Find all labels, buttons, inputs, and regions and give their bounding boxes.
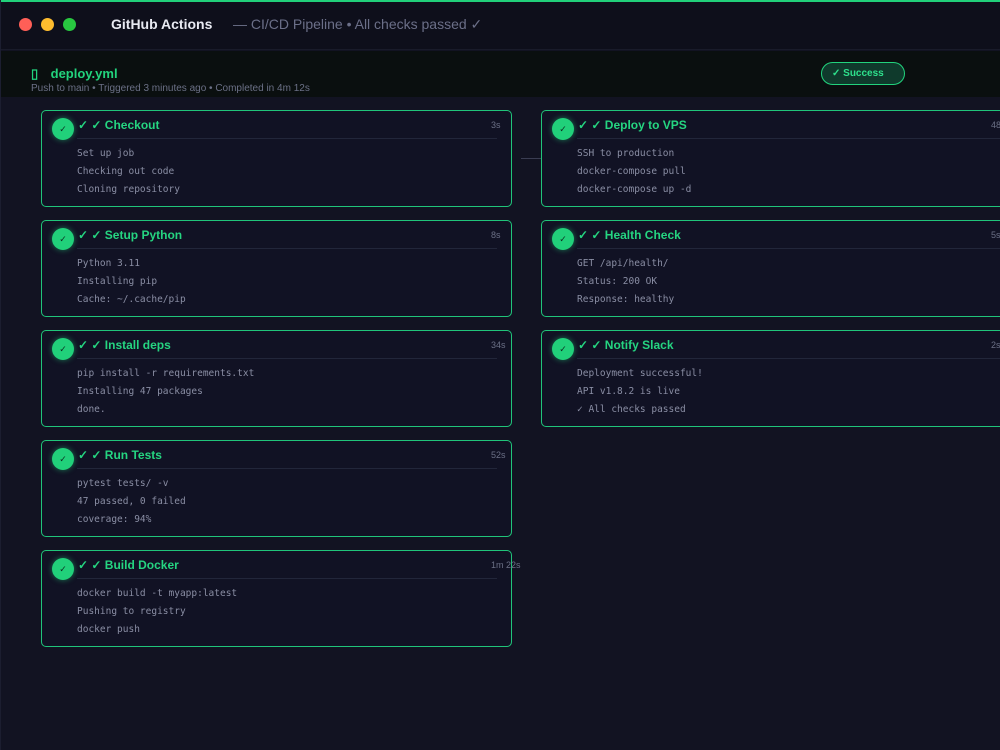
divider — [77, 468, 497, 469]
step-list: Deployment successful! API v1.8.2 is liv… — [577, 368, 703, 422]
job-card-deploy-to-vps[interactable]: ✓ ✓ ✓ Deploy to VPS 48s SSH to productio… — [541, 110, 1000, 207]
job-card-run-tests[interactable]: ✓ ✓ ✓ Run Tests 52s pytest tests/ -v 47 … — [41, 440, 512, 537]
step-line: Python 3.11 — [77, 258, 140, 269]
check-icon: ✓ — [52, 228, 74, 250]
job-duration: 52s — [491, 450, 506, 460]
job-name: Setup Python — [104, 228, 183, 242]
step-line: pytest tests/ -v — [77, 478, 169, 489]
job-status-icons: ✓ ✓ — [78, 558, 102, 572]
workflow-file[interactable]: ▯ deploy.yml — [31, 66, 118, 82]
job-card-checkout[interactable]: ✓ ✓ ✓ Checkout 3s Set up job Checking ou… — [41, 110, 512, 207]
step-line: docker-compose up -d — [577, 184, 692, 195]
step-line: Response: healthy — [577, 294, 675, 305]
app-title: GitHub Actions — [111, 16, 213, 32]
step-list: GET /api/health/ Status: 200 OK Response… — [577, 258, 674, 312]
job-status-icons: ✓ ✓ — [578, 228, 602, 242]
step-line: GET /api/health/ — [577, 258, 669, 269]
step-line: coverage: 94% — [77, 514, 152, 525]
step-line: Set up job — [77, 148, 135, 159]
step-list: docker build -t myapp:latest Pushing to … — [77, 588, 237, 642]
step-line: Installing pip — [77, 276, 158, 287]
job-name: Run Tests — [104, 448, 162, 462]
job-duration: 34s — [491, 340, 506, 350]
step-line: Pushing to registry — [77, 606, 186, 617]
divider — [577, 138, 1000, 139]
step-line: Checking out code — [77, 166, 175, 177]
step-line: API v1.8.2 is live — [577, 386, 680, 397]
step-list: pip install -r requirements.txt Installi… — [77, 368, 254, 422]
step-line: 47 passed, 0 failed — [77, 496, 186, 507]
step-line: Status: 200 OK — [577, 276, 658, 287]
check-icon: ✓ — [52, 118, 74, 140]
status-badge: ✓ Success — [821, 62, 905, 85]
pipeline-subtitle: — CI/CD Pipeline • All checks passed ✓ — [233, 16, 483, 32]
job-name: Health Check — [604, 228, 681, 242]
job-name: Install deps — [104, 338, 171, 352]
step-list: Set up job Checking out code Cloning rep… — [77, 148, 180, 202]
step-line: pip install -r requirements.txt — [77, 368, 255, 379]
divider — [77, 578, 497, 579]
check-icon: ✓ — [552, 118, 574, 140]
step-line: Installing 47 packages — [77, 386, 203, 397]
step-line: done. — [77, 404, 106, 415]
check-icon: ✓ — [52, 558, 74, 580]
job-name: Build Docker — [104, 558, 179, 572]
job-card-notify-slack[interactable]: ✓ ✓ ✓ Notify Slack 2s Deployment success… — [541, 330, 1000, 427]
job-status-icons: ✓ ✓ — [78, 448, 102, 462]
step-line: Cache: ~/.cache/pip — [77, 294, 186, 305]
job-name: Checkout — [104, 118, 160, 132]
job-status-icons: ✓ ✓ — [578, 118, 602, 132]
step-list: SSH to production docker-compose pull do… — [577, 148, 691, 202]
job-status-icons: ✓ ✓ — [78, 118, 102, 132]
job-card-health-check[interactable]: ✓ ✓ ✓ Health Check 5s GET /api/health/ S… — [541, 220, 1000, 317]
job-status-icons: ✓ ✓ — [78, 228, 102, 242]
job-duration: 48s — [991, 120, 1000, 130]
close-window-button[interactable] — [19, 18, 32, 31]
job-name: Notify Slack — [604, 338, 674, 352]
job-duration: 3s — [491, 120, 501, 130]
job-status-icons: ✓ ✓ — [78, 338, 102, 352]
step-line: docker push — [77, 624, 140, 635]
maximize-window-button[interactable] — [63, 18, 76, 31]
job-status-icons: ✓ ✓ — [578, 338, 602, 352]
divider — [77, 248, 497, 249]
job-duration: 1m 22s — [491, 560, 521, 570]
job-card-install-deps[interactable]: ✓ ✓ ✓ Install deps 34s pip install -r re… — [41, 330, 512, 427]
step-list: Python 3.11 Installing pip Cache: ~/.cac… — [77, 258, 186, 312]
step-list: pytest tests/ -v 47 passed, 0 failed cov… — [77, 478, 186, 532]
job-duration: 8s — [491, 230, 501, 240]
pipeline-connector — [521, 158, 541, 159]
check-icon: ✓ — [552, 338, 574, 360]
minimize-window-button[interactable] — [41, 18, 54, 31]
job-name: Deploy to VPS — [604, 118, 687, 132]
step-line: ✓ All checks passed — [577, 404, 686, 415]
divider — [77, 138, 497, 139]
check-icon: ✓ — [552, 228, 574, 250]
check-icon: ✓ — [52, 448, 74, 470]
step-line: Deployment successful! — [577, 368, 703, 379]
divider — [577, 358, 1000, 359]
titlebar: GitHub Actions — CI/CD Pipeline • All ch… — [1, 2, 1000, 50]
workflow-file-name: deploy.yml — [50, 66, 118, 81]
run-meta: Push to main • Triggered 3 minutes ago •… — [31, 83, 310, 94]
job-duration: 5s — [991, 230, 1000, 240]
step-line: docker build -t myapp:latest — [77, 588, 238, 599]
app-window: GitHub Actions — CI/CD Pipeline • All ch… — [0, 0, 1000, 750]
job-duration: 2s — [991, 340, 1000, 350]
step-line: docker-compose pull — [577, 166, 686, 177]
check-icon: ✓ — [52, 338, 74, 360]
divider — [577, 248, 1000, 249]
job-card-setup-python[interactable]: ✓ ✓ ✓ Setup Python 8s Python 3.11 Instal… — [41, 220, 512, 317]
step-line: SSH to production — [577, 148, 675, 159]
file-icon: ▯ — [31, 66, 39, 81]
step-line: Cloning repository — [77, 184, 180, 195]
job-card-build-docker[interactable]: ✓ ✓ ✓ Build Docker 1m 22s docker build -… — [41, 550, 521, 647]
divider — [77, 358, 497, 359]
